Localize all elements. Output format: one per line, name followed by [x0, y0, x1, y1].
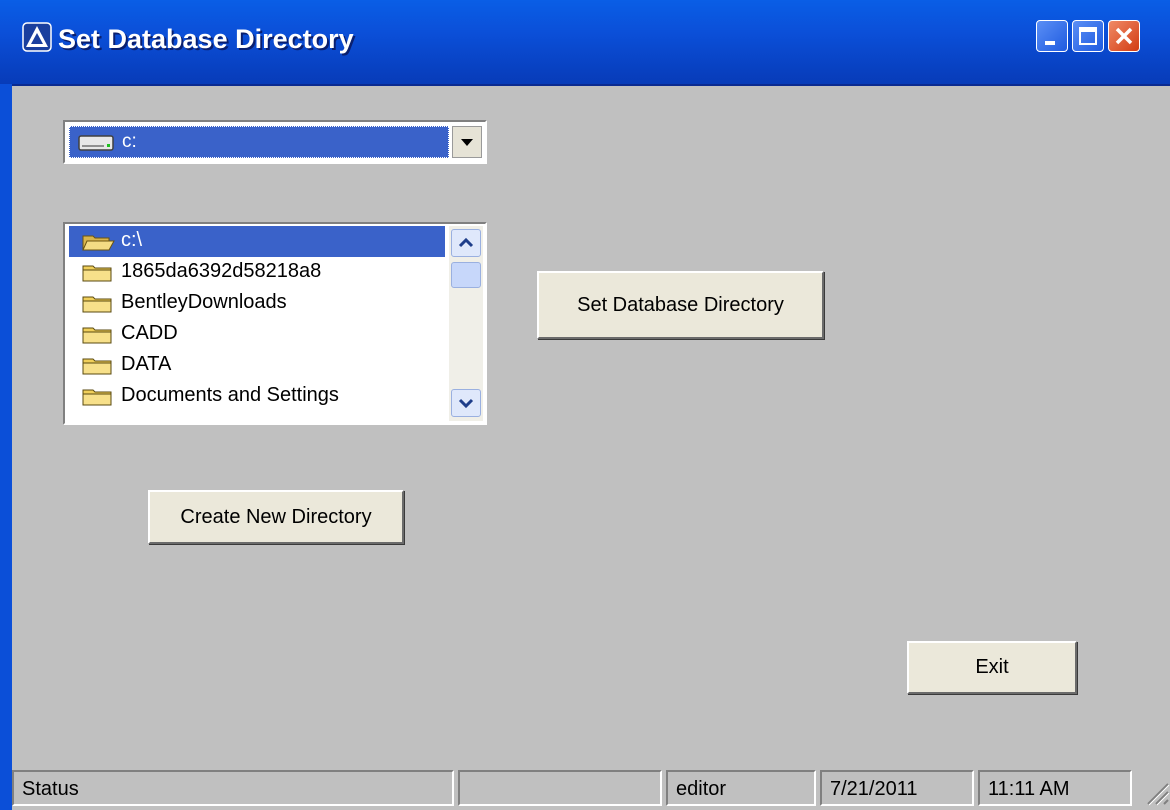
exit-button[interactable]: Exit [907, 641, 1077, 694]
chevron-up-icon [458, 237, 474, 248]
scroll-up-button[interactable] [451, 229, 481, 257]
drive-select-value: c: [122, 131, 137, 152]
drive-select[interactable]: c: [63, 120, 487, 164]
maximize-button[interactable] [1072, 20, 1104, 52]
list-item[interactable]: BentleyDownloads [69, 288, 445, 319]
directory-list[interactable]: c:\ 1865da6392d58218a8 BentleyDownloads … [63, 222, 487, 425]
set-database-directory-button[interactable]: Set Database Directory [537, 271, 824, 339]
minimize-icon [1045, 41, 1055, 45]
status-panel-status: Status [12, 770, 454, 806]
scroll-thumb[interactable] [451, 262, 481, 288]
status-panel-time: 11:11 AM [978, 770, 1132, 806]
minimize-button[interactable] [1036, 20, 1068, 52]
status-text: Status [22, 778, 79, 800]
status-user: editor [676, 778, 727, 800]
status-bar: Status editor 7/21/2011 11:11 AM [12, 768, 1170, 810]
status-panel-empty [458, 770, 662, 806]
list-item-label: BentleyDownloads [121, 291, 287, 313]
list-item-label: Documents and Settings [121, 384, 339, 406]
status-panel-user: editor [666, 770, 816, 806]
directory-list-scrollbar[interactable] [449, 226, 483, 421]
folder-icon [82, 265, 112, 282]
list-item[interactable]: Documents and Settings [69, 381, 445, 412]
list-item[interactable]: 1865da6392d58218a8 [69, 257, 445, 288]
window-title: Set Database Directory [58, 24, 354, 54]
list-item-label: 1865da6392d58218a8 [121, 260, 322, 282]
create-new-directory-button[interactable]: Create New Directory [148, 490, 404, 544]
close-icon [1115, 27, 1133, 45]
scroll-down-button[interactable] [451, 389, 481, 417]
list-item[interactable]: DATA [69, 350, 445, 381]
list-item[interactable]: CADD [69, 319, 445, 350]
set-database-directory-window: Set Database Directory c: c:\ 1865da6392… [0, 0, 1170, 810]
folder-icon [82, 389, 112, 406]
resize-grip-icon[interactable] [1138, 774, 1170, 806]
list-item-label: c:\ [121, 229, 143, 251]
drive-dropdown-button[interactable] [452, 126, 482, 158]
app-logo-icon [22, 22, 52, 52]
drive-select-value-area[interactable]: c: [69, 126, 449, 158]
drive-icon [78, 135, 114, 151]
window-frame-left [0, 84, 12, 810]
title-bar[interactable]: Set Database Directory [0, 0, 1170, 86]
status-time: 11:11 AM [988, 778, 1070, 800]
folder-icon [82, 327, 112, 344]
close-button[interactable] [1108, 20, 1140, 52]
status-panel-date: 7/21/2011 [820, 770, 974, 806]
chevron-down-icon [461, 139, 473, 146]
list-item-label: DATA [121, 353, 172, 375]
status-date: 7/21/2011 [830, 778, 918, 800]
folder-icon [82, 296, 112, 313]
list-item[interactable]: c:\ [69, 226, 445, 257]
maximize-icon [1079, 27, 1097, 45]
open-folder-icon [82, 235, 115, 251]
chevron-down-icon [458, 398, 474, 409]
folder-icon [82, 358, 112, 375]
list-item-label: CADD [121, 322, 178, 344]
